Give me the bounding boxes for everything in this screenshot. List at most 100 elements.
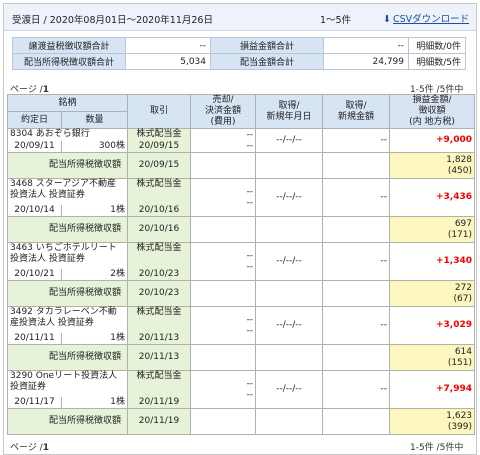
empty-cell [322,408,391,435]
trade-date: 20/11/11 [7,332,62,345]
tax-row: 配当所得税徴収額 20/11/19 1,623 (399) [6,408,476,435]
cost-value: -- [246,261,254,272]
tax-label: 配当所得税徴収額 [6,152,129,179]
tax-date: 20/09/15 [127,152,192,179]
download-icon: ⬇ [383,14,391,25]
page-number: 1 [42,443,49,453]
transaction-table: 銘柄 取引 売却/ 決済金額 (費用) 取得/ 新規年月日 取得/ 新規金額 損… [6,94,476,435]
csv-download-link[interactable]: ⬇ CSVダウンロード [383,11,469,25]
result-count: 1～5件 [320,15,352,26]
col-header-line: 取得/ [345,100,367,111]
empty-cell [322,152,391,179]
tax-row: 配当所得税徴収額 20/10/16 697 (171) [6,216,476,243]
stock-name[interactable]: 3290 Oneリート投資法人 投資証券 [6,370,129,397]
acquisition-amount: -- [322,306,391,345]
page-label: ページ / [10,443,43,453]
col-header-line: 損益金額/ [412,95,452,105]
settlement-date: 20/10/23 [127,268,192,281]
tax-label: 配当所得税徴収額 [6,216,129,243]
settlement-amount: -- -- [190,306,257,345]
col-header-line: 決済金額 [205,106,242,116]
tax-local-value: (67) [453,293,473,304]
empty-cell [190,216,257,243]
table-row: 3492 タカラレーベン不動産投資法人 投資証券 株式配当金 -- -- --/… [6,306,476,345]
acquisition-amount: -- [322,178,391,217]
settlement-amount: -- -- [190,178,257,217]
profit-amount: +9,000 [389,128,476,153]
trade-type: 株式配当金 [127,370,192,397]
col-header-meigara: 銘柄 [6,94,129,112]
col-header-line: (費用) [210,117,236,127]
profit-amount: +7,994 [389,370,476,409]
stock-name[interactable]: 3468 スターアジア不動産投資法人 投資証券 [6,178,129,205]
tax-label: 配当所得税徴収額 [6,408,129,435]
table-row: 3468 スターアジア不動産投資法人 投資証券 株式配当金 -- -- --/-… [6,178,476,217]
stock-name[interactable]: 3463 いちごホテルリート投資法人 投資証券 [6,242,129,269]
settlement-amount: -- -- [190,242,257,281]
tax-date: 20/11/13 [127,344,192,371]
col-header-kessai: 売却/ 決済金額 (費用) [190,94,257,129]
stock-name[interactable]: 3492 タカラレーベン不動産投資法人 投資証券 [6,306,129,333]
col-header-line: (内 地方税) [409,117,455,127]
col-header-line: 取得/ [278,100,300,111]
profit-amount: +3,029 [389,306,476,345]
settlement-date: 20/10/16 [127,204,192,217]
table-row: 3463 いちごホテルリート投資法人 投資証券 株式配当金 -- -- --/-… [6,242,476,281]
settlement-date: 20/09/15 [127,140,192,153]
col-header-line: 売却/ [212,95,234,105]
col-header-shutoku-amount: 取得/ 新規金額 [322,94,391,129]
amount-value: -- [246,314,254,325]
stock-name[interactable]: 8304 あおぞら銀行 [6,128,129,141]
acquisition-date: --/--/-- [255,306,324,345]
tax-row: 配当所得税徴収額 20/11/13 614 (151) [6,344,476,371]
tax-amount: 1,828 (450) [389,152,476,179]
summary-count: 明細数/0件 [408,37,466,54]
tax-local-value: (151) [447,357,473,368]
trade-type: 株式配当金 [127,178,192,205]
cost-value: -- [246,140,254,151]
trade-date: 20/10/21 [7,268,62,281]
pager-bottom: ページ /1 [10,440,49,453]
table-row: 3290 Oneリート投資法人 投資証券 株式配当金 -- -- --/--/-… [6,370,476,409]
settlement-date: 20/11/19 [127,396,192,409]
tax-row: 配当所得税徴収額 20/09/15 1,828 (450) [6,152,476,179]
tax-value: 1,623 [446,410,473,421]
summary-value: -- [125,37,211,54]
quantity: 1株 [60,396,129,409]
period-text: 受渡日 / 2020年08月01日～2020年11月26日 [12,15,213,26]
tax-local-value: (399) [447,421,473,432]
table-row: 8304 あおぞら銀行 株式配当金 -- -- --/--/-- -- +9,0… [6,128,476,153]
tax-value: 272 [454,282,473,293]
quantity: 2株 [60,268,129,281]
col-header-torihiki: 取引 [127,94,192,129]
tax-value: 1,828 [446,154,473,165]
col-header-shutoku-date: 取得/ 新規年月日 [255,94,324,129]
acquisition-amount: -- [322,242,391,281]
settlement-amount: -- -- [190,370,257,409]
tax-amount: 272 (67) [389,280,476,307]
col-header-suryo: 数量 [60,111,129,129]
summary-value: 5,034 [125,53,211,70]
summary-row: 配当所得税徴収額合計 5,034 配当金額合計 24,799 明細数/5件 [12,53,466,70]
tax-local-value: (450) [447,165,473,176]
summary-label: 配当所得税徴収額合計 [12,53,126,70]
trade-date: 20/10/14 [7,204,62,217]
profit-amount: +1,340 [389,242,476,281]
csv-download-label: CSVダウンロード [392,14,470,25]
summary-value: 24,799 [323,53,409,70]
trade-type: 株式配当金 [127,242,192,269]
cost-value: -- [246,389,254,400]
empty-cell [190,280,257,307]
tax-label: 配当所得税徴収額 [6,280,129,307]
amount-value: -- [246,378,254,389]
empty-cell [190,344,257,371]
acquisition-date: --/--/-- [255,242,324,281]
acquisition-date: --/--/-- [255,128,324,153]
pager-range-bottom: 1-5件 /5件中 [410,443,464,453]
empty-cell [190,152,257,179]
summary-table: 譲渡益税徴収額合計 -- 損益金額合計 -- 明細数/0件 配当所得税徴収額合計… [12,37,466,70]
tax-amount: 1,623 (399) [389,408,476,435]
acquisition-amount: -- [322,370,391,409]
col-header-line: 徴収額 [418,106,446,116]
empty-cell [322,216,391,243]
